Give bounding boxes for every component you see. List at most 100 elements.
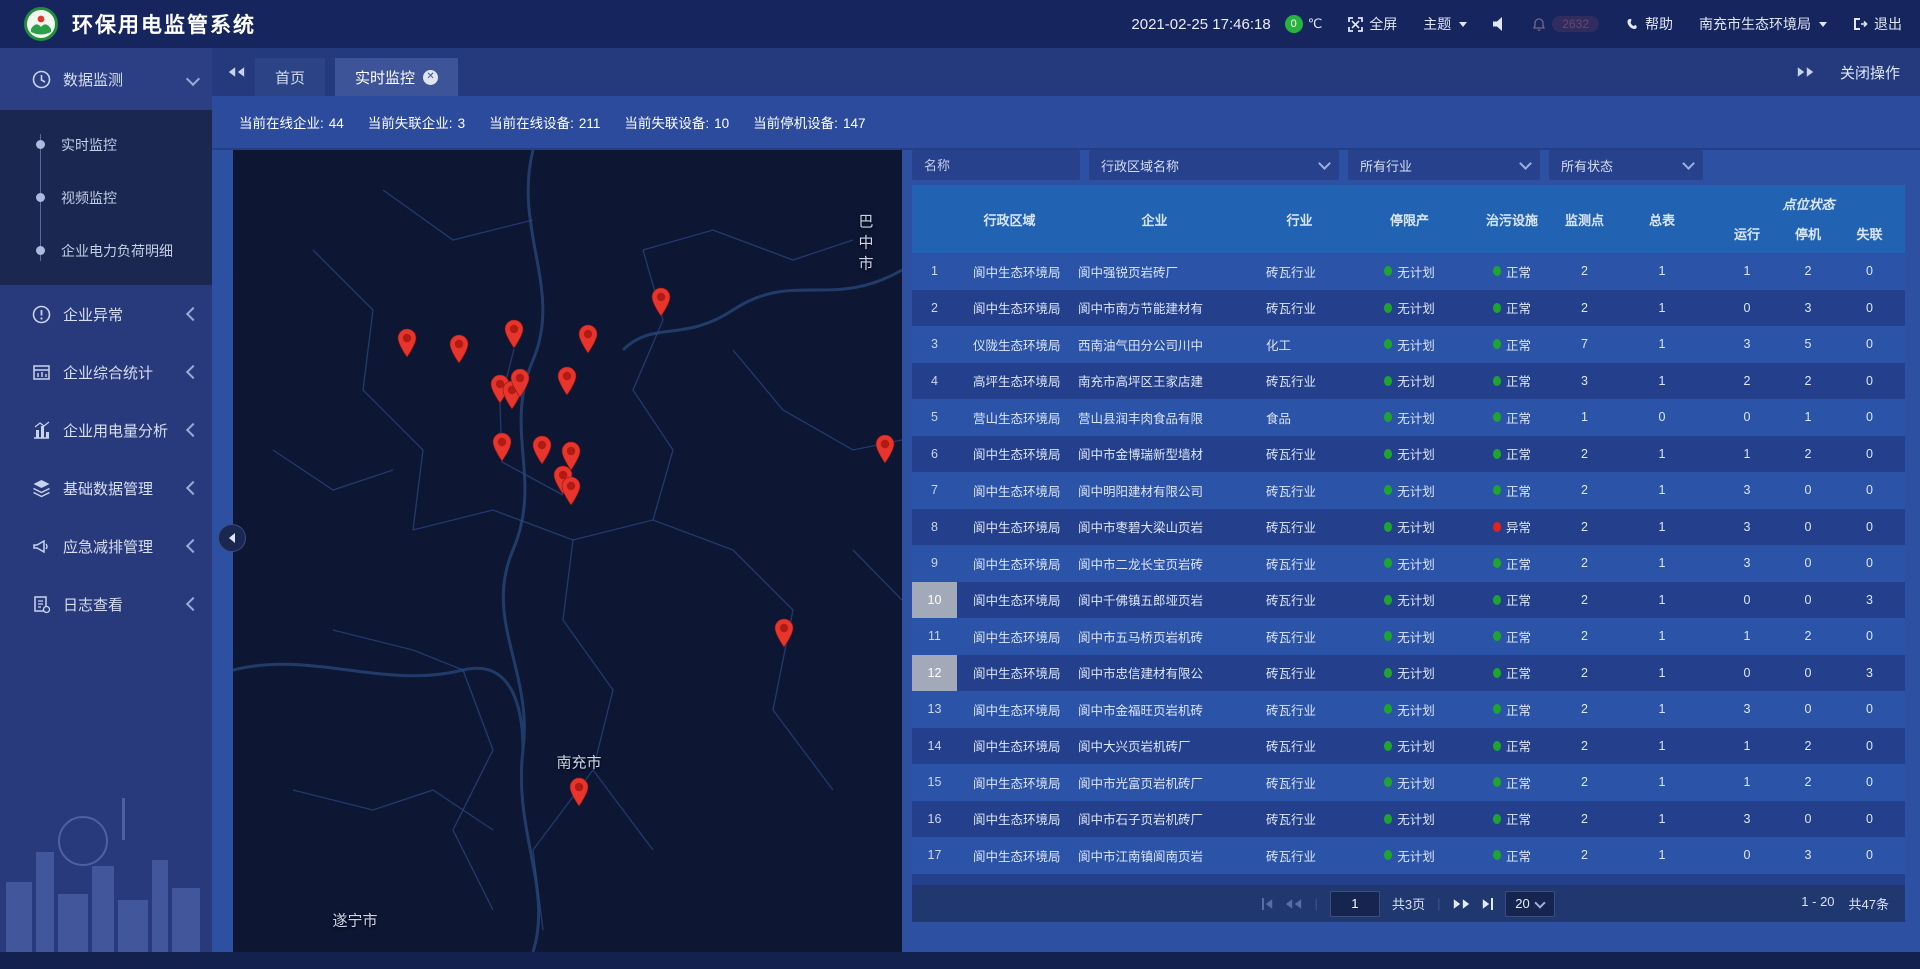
tab-close-icon[interactable]: ✕: [423, 70, 438, 85]
row-total-meter: 1: [1612, 593, 1712, 607]
row-halted: 0: [1782, 520, 1834, 534]
table-row[interactable]: 11 阆中生态环境局 阆中市五马桥页岩机砖 砖瓦行业 无计划 正常 2 1 1: [912, 618, 1905, 655]
row-halted: 5: [1782, 337, 1834, 351]
help-button[interactable]: 帮助: [1625, 14, 1673, 34]
page-size-select[interactable]: 20: [1505, 891, 1555, 917]
table-row[interactable]: 13 阆中生态环境局 阆中市金福旺页岩机砖 砖瓦行业 无计划 正常 2 1 3: [912, 691, 1905, 728]
row-region: 阆中生态环境局: [957, 554, 1062, 573]
last-page-button[interactable]: [1482, 898, 1493, 910]
map-collapse-handle[interactable]: [218, 524, 246, 552]
sidebar-subitem[interactable]: 企业电力负荷明细: [0, 224, 212, 277]
table-row[interactable]: 10 阆中生态环境局 阆中千佛镇五郎垭页岩 砖瓦行业 无计划 正常 2 1 0: [912, 582, 1905, 619]
map-pin[interactable]: [577, 324, 599, 354]
map-pin[interactable]: [568, 777, 590, 807]
location-pin-icon: [491, 432, 513, 462]
table-row[interactable]: 5 营山生态环境局 营山县润丰肉食品有限 食品 无计划 正常 1 0 0: [912, 399, 1905, 436]
sidebar-item-data-monitoring[interactable]: 数据监测: [0, 48, 212, 110]
status-filter-select[interactable]: 所有状态: [1549, 150, 1703, 180]
sidebar-item-base-data[interactable]: 基础数据管理: [0, 459, 212, 517]
map-pin[interactable]: [448, 334, 470, 364]
table-row[interactable]: 18 南部生态环境局 南部县瑞华水泥有限公 建材加工 无计划 正常 6 0 0: [912, 874, 1905, 886]
next-page-button[interactable]: [1453, 898, 1470, 910]
status-dot-icon: [1384, 704, 1392, 714]
row-company: 阆中市二龙长宝页岩砖: [1062, 554, 1247, 573]
location-pin-icon: [560, 476, 582, 506]
map-pin[interactable]: [650, 287, 672, 317]
map-pin[interactable]: [560, 476, 582, 506]
fullscreen-button[interactable]: 全屏: [1348, 14, 1397, 34]
sidebar-item-enterprise-statistics[interactable]: 企业综合统计: [0, 343, 212, 401]
clock-icon: [32, 70, 51, 89]
table-row[interactable]: 1 阆中生态环境局 阆中强锐页岩砖厂 砖瓦行业 无计划 正常 2 1 1: [912, 253, 1905, 290]
pagination-summary: 1 - 20 共47条: [1801, 894, 1889, 913]
status-dot-icon: [1493, 631, 1501, 641]
first-page-button[interactable]: [1262, 898, 1273, 910]
table-row[interactable]: 16 阆中生态环境局 阆中市石子页岩机砖厂 砖瓦行业 无计划 正常 2 1 3: [912, 801, 1905, 838]
row-industry: 砖瓦行业: [1247, 554, 1352, 573]
page-number-input[interactable]: [1330, 891, 1380, 917]
theme-dropdown[interactable]: 主题: [1423, 14, 1467, 34]
chevron-down-icon: [1682, 157, 1695, 170]
sidebar-subitem[interactable]: 实时监控: [0, 118, 212, 171]
row-facility-status: 正常: [1467, 846, 1557, 865]
app-title: 环保用电监管系统: [72, 9, 256, 39]
sidebar-item-power-analysis[interactable]: 企业用电量分析: [0, 401, 212, 459]
logout-button[interactable]: 退出: [1853, 14, 1902, 34]
map-pin[interactable]: [773, 618, 795, 648]
row-index: 6: [912, 436, 957, 473]
stat-label: 当前失联设备:: [624, 116, 709, 131]
location-pin-icon: [503, 319, 525, 349]
table-row[interactable]: 14 阆中生态环境局 阆中大兴页岩机砖厂 砖瓦行业 无计划 正常 2 1 1: [912, 728, 1905, 765]
table-row[interactable]: 15 阆中生态环境局 阆中市光富页岩机砖厂 砖瓦行业 无计划 正常 2 1 1: [912, 764, 1905, 801]
row-disconnected: 0: [1834, 483, 1905, 497]
prev-page-button[interactable]: [1285, 898, 1302, 910]
sidebar-item-log-view[interactable]: 日志查看: [0, 575, 212, 633]
close-operations-button[interactable]: 关闭操作: [1840, 62, 1900, 83]
sidebar-subitem[interactable]: 视频监控: [0, 171, 212, 224]
col-halted: 停机: [1782, 224, 1834, 253]
sidebar-item-emergency-reduction[interactable]: 应急减排管理: [0, 517, 212, 575]
status-dot-icon: [1384, 339, 1392, 349]
table-row[interactable]: 6 阆中生态环境局 阆中市金博瑞新型墙材 砖瓦行业 无计划 正常 2 1 1: [912, 436, 1905, 473]
industry-filter-select[interactable]: 所有行业: [1348, 150, 1540, 180]
tab-home[interactable]: 首页: [255, 58, 325, 96]
row-disconnected: 0: [1834, 848, 1905, 862]
map-pin[interactable]: [531, 435, 553, 465]
map-pin[interactable]: [491, 432, 513, 462]
map-pin[interactable]: [509, 368, 531, 398]
row-disconnected: 0: [1834, 374, 1905, 388]
mute-button[interactable]: [1493, 17, 1506, 31]
notifications[interactable]: 2632: [1532, 16, 1599, 32]
tabs-scroll-left-button[interactable]: [228, 66, 245, 78]
row-industry: 砖瓦行业: [1247, 517, 1352, 536]
map-pin[interactable]: [503, 319, 525, 349]
row-stop-status: 无计划: [1352, 517, 1467, 536]
table-row[interactable]: 12 阆中生态环境局 阆中市忠信建材有限公 砖瓦行业 无计划 正常 2 1 0: [912, 655, 1905, 692]
row-index: 15: [912, 764, 957, 801]
datetime: 2021-02-25 17:46:18: [1131, 16, 1270, 33]
table-row[interactable]: 17 阆中生态环境局 阆中市江南镇阆南页岩 砖瓦行业 无计划 正常 2 1 0: [912, 837, 1905, 874]
row-disconnected: 3: [1834, 593, 1905, 607]
org-dropdown[interactable]: 南充市生态环境局: [1699, 14, 1827, 34]
map-pin[interactable]: [874, 434, 896, 464]
table-row[interactable]: 8 阆中生态环境局 阆中市枣碧大梁山页岩 砖瓦行业 无计划 异常 2 1 3: [912, 509, 1905, 546]
table-row[interactable]: 7 阆中生态环境局 阆中明阳建材有限公司 砖瓦行业 无计划 正常 2 1 3: [912, 472, 1905, 509]
tabs-scroll-right-button[interactable]: [1797, 66, 1814, 78]
row-disconnected: 0: [1834, 702, 1905, 716]
map-pin[interactable]: [396, 328, 418, 358]
table-row[interactable]: 2 阆中生态环境局 阆中市南方节能建材有 砖瓦行业 无计划 正常 2 1 0: [912, 290, 1905, 327]
region-filter-select[interactable]: 行政区域名称: [1089, 150, 1339, 180]
sidebar-item-enterprise-anomaly[interactable]: 企业异常: [0, 285, 212, 343]
map-pin[interactable]: [556, 366, 578, 396]
table-row[interactable]: 3 仪陇生态环境局 西南油气田分公司川中 化工 无计划 正常 7 1 3: [912, 326, 1905, 363]
table-row[interactable]: 9 阆中生态环境局 阆中市二龙长宝页岩砖 砖瓦行业 无计划 正常 2 1 3: [912, 545, 1905, 582]
row-disconnected: 0: [1834, 447, 1905, 461]
tab-realtime-monitoring[interactable]: 实时监控 ✕: [335, 58, 458, 96]
double-left-arrow-icon: [229, 67, 235, 77]
status-dot-icon: [1493, 741, 1501, 751]
table-row[interactable]: 4 高坪生态环境局 南充市高坪区王家店建 砖瓦行业 无计划 正常 3 1 2: [912, 363, 1905, 400]
map-panel[interactable]: 巴中市 南充市 遂宁市: [233, 150, 902, 952]
row-industry: 砖瓦行业: [1247, 663, 1352, 682]
name-filter-input[interactable]: [912, 150, 1080, 180]
status-dot-icon: [1493, 522, 1501, 532]
